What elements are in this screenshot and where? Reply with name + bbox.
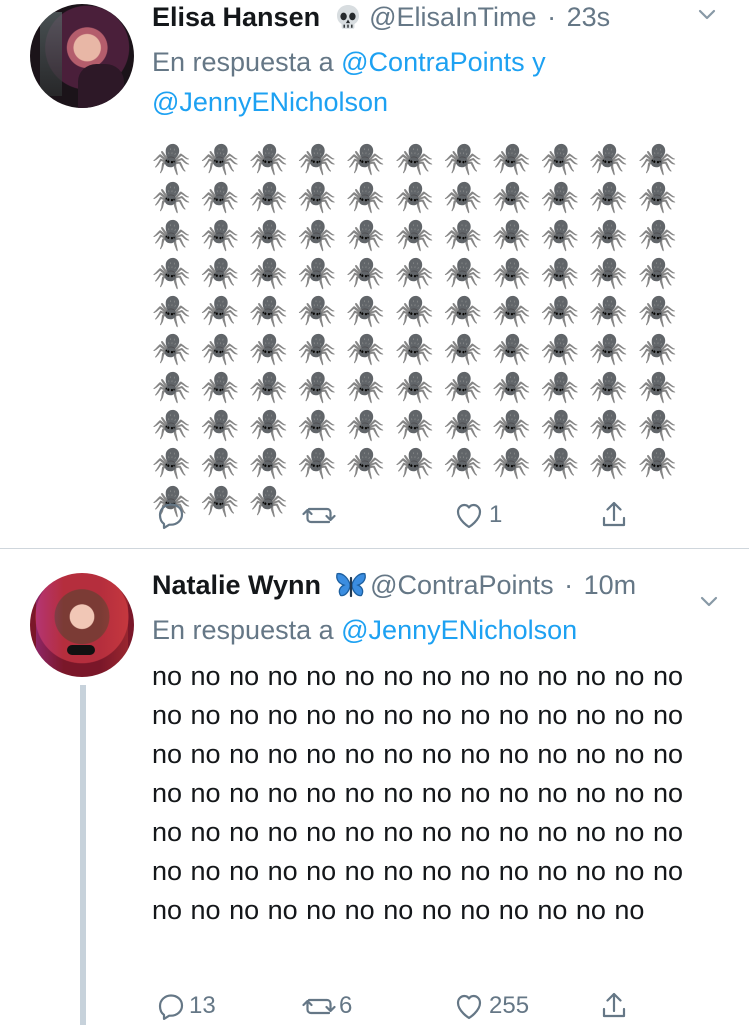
avatar[interactable] [30, 573, 134, 677]
like-button[interactable]: 255 [452, 986, 529, 1026]
like-count: 255 [489, 992, 530, 1019]
share-icon [602, 501, 626, 527]
reply-button[interactable]: 13 [152, 986, 216, 1026]
timestamp[interactable]: 23s [567, 2, 611, 32]
reply-mention-jennyenicholson[interactable]: @JennyENicholson [341, 615, 577, 645]
reply-icon [158, 994, 184, 1020]
heart-icon [456, 994, 482, 1020]
author-name[interactable]: Natalie Wynn [152, 570, 321, 600]
timestamp[interactable]: 10m [584, 570, 637, 600]
chevron-down-icon[interactable] [698, 8, 716, 22]
author-handle[interactable]: @ElisaInTime [369, 2, 536, 32]
tweet-actions: 13 6 255 [152, 986, 652, 1026]
reply-button[interactable] [152, 495, 189, 535]
retweet-icon [302, 507, 336, 524]
heart-icon [456, 503, 482, 529]
tweet-actions: 1 [152, 495, 652, 535]
author-handle[interactable]: @ContraPoints [370, 570, 554, 600]
retweet-button[interactable]: 6 [302, 986, 352, 1026]
tweet-content: Natalie Wynn @ContraPoints · 10m En resp… [152, 568, 718, 930]
author-name[interactable]: Elisa Hansen [152, 2, 320, 32]
reply-joiner: y [532, 47, 546, 77]
reply-mention-jennyenicholson[interactable]: @JennyENicholson [152, 87, 388, 117]
share-button[interactable] [597, 495, 631, 535]
avatar[interactable] [30, 4, 134, 108]
tweet-text: no no no no no no no no no no no no no n… [152, 661, 683, 925]
chevron-down-icon[interactable] [700, 595, 718, 609]
reply-prefix: En respuesta a [152, 47, 334, 77]
tweet-header: Natalie Wynn @ContraPoints · 10m [152, 568, 712, 602]
reply-mention-contrapoints[interactable]: @ContraPoints [341, 47, 525, 77]
reply-context: En respuesta a @JennyENicholson [152, 610, 712, 650]
tweet-content: Elisa Hansen @ElisaInTime · 23s En respu… [152, 0, 716, 520]
butterfly-icon [335, 571, 366, 599]
timestamp-separator: · [547, 2, 557, 32]
tweet-natalie-wynn[interactable]: Natalie Wynn @ContraPoints · 10m En resp… [0, 549, 749, 1025]
reply-count: 13 [189, 992, 216, 1019]
like-count: 1 [489, 501, 503, 528]
tweet-elisa-hansen[interactable]: Elisa Hansen @ElisaInTime · 23s En respu… [0, 0, 749, 548]
share-button[interactable] [597, 986, 631, 1026]
reply-prefix: En respuesta a [152, 615, 334, 645]
tweet-text: 🕷️🕷️🕷️🕷️🕷️🕷️🕷️🕷️🕷️🕷️🕷️🕷️🕷️🕷️🕷️🕷️🕷️🕷️🕷️🕷️… [152, 141, 687, 518]
retweet-button[interactable] [302, 495, 339, 535]
tweet-header: Elisa Hansen @ElisaInTime · 23s [152, 0, 712, 34]
thread-line [80, 685, 86, 1025]
timestamp-separator: · [564, 570, 574, 600]
reply-icon [158, 503, 184, 529]
share-icon [602, 992, 626, 1018]
reply-context: En respuesta a @ContraPoints y @JennyENi… [152, 42, 712, 122]
skull-icon [334, 3, 362, 31]
like-button[interactable]: 1 [452, 495, 502, 535]
retweet-icon [302, 998, 336, 1015]
retweet-count: 6 [339, 992, 353, 1019]
